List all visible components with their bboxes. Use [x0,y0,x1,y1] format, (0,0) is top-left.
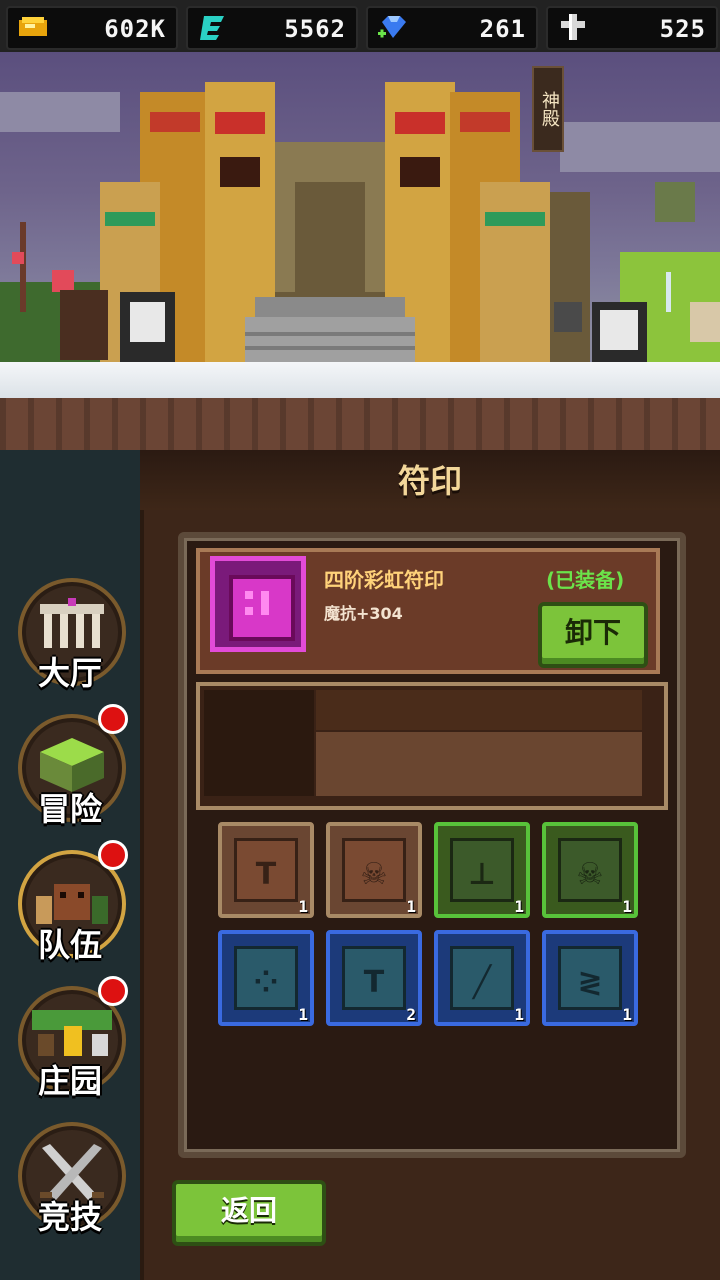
tree-rune-icon: ⊥ [450,838,514,902]
equipped-rune-stat: 魔抗+304 [324,604,403,623]
energy-e-icon [200,16,224,40]
gold-value: 602K [104,15,166,43]
rune-slot[interactable]: T 1 [218,822,314,918]
nav-team-button[interactable]: 队伍 [16,840,128,968]
gem-counter[interactable]: 261 [366,6,538,50]
rune-slot[interactable]: ⊥ 1 [434,822,530,918]
rune-count: 1 [406,897,416,916]
back-button[interactable]: 返回 [172,1180,326,1246]
rune-count: 1 [298,897,308,916]
rune-count: 2 [406,1005,416,1024]
dots-rune-icon: ⁘ [234,946,298,1010]
rune-slot[interactable]: ⁘ 1 [218,930,314,1026]
nav-manor-label: 庄园 [37,1062,102,1100]
energy-counter[interactable]: 5562 [186,6,358,50]
side-navigation: 大厅 冒险 队伍 庄园 竞技 [0,450,140,1280]
rune-count: 1 [514,897,524,916]
equipped-rune-name: 四阶彩虹符印 [324,568,444,592]
rune-core [229,575,295,641]
temple-sign[interactable]: 神殿 [532,66,564,152]
nav-adventure-label: 冒险 [37,790,102,828]
rune-slot[interactable]: ☠ 1 [542,822,638,918]
cross-counter[interactable]: 525 [546,6,718,50]
gold-counter[interactable]: 602K [6,6,178,50]
panel-title: 符印 [397,462,462,500]
cross-icon [561,14,585,40]
skull-rune-icon: ☠ [558,838,622,902]
gold-coin-icon [19,17,47,36]
detail-row [316,732,642,796]
notification-badge [98,704,128,734]
rune-slot[interactable]: ╱ 1 [434,930,530,1026]
hammer-rune-icon: T [342,946,406,1010]
slash-rune-icon: ╱ [450,946,514,1010]
equipped-status: (已装备) [546,568,625,592]
notification-badge [98,840,128,870]
rune-slot[interactable]: ☠ 1 [326,822,422,918]
nav-team-label: 队伍 [37,926,102,964]
energy-value: 5562 [284,15,346,43]
rune-count: 1 [622,897,632,916]
nav-arena-button[interactable]: 竞技 [16,1122,126,1240]
nav-manor-button[interactable]: 庄园 [16,976,128,1104]
skull-rune-icon: ☠ [342,838,406,902]
dirt-ground [0,398,720,450]
nav-hall-label: 大厅 [37,654,102,692]
gem-icon [378,16,406,38]
notification-badge [98,976,128,1006]
resource-bar: 602K 5562 261 525 [0,0,720,52]
rainbow-rune-icon[interactable] [210,556,306,652]
snow-ground [0,362,720,402]
hammer-rune-icon: T [234,838,298,902]
unequip-button[interactable]: 卸下 [538,602,648,668]
detail-row [316,690,642,730]
cross-value: 525 [659,15,706,43]
rune-count: 1 [298,1005,308,1024]
rune-slot[interactable]: ≷ 1 [542,930,638,1026]
rune-count: 1 [622,1005,632,1024]
nav-arena-label: 竞技 [37,1198,102,1236]
rune-slot[interactable]: T 2 [326,930,422,1026]
detail-left-pane [204,690,314,796]
nav-adventure-button[interactable]: 冒险 [16,704,128,832]
nav-hall-button[interactable]: 大厅 [16,578,126,696]
zigzag-rune-icon: ≷ [558,946,622,1010]
rune-count: 1 [514,1005,524,1024]
gem-value: 261 [479,15,526,43]
